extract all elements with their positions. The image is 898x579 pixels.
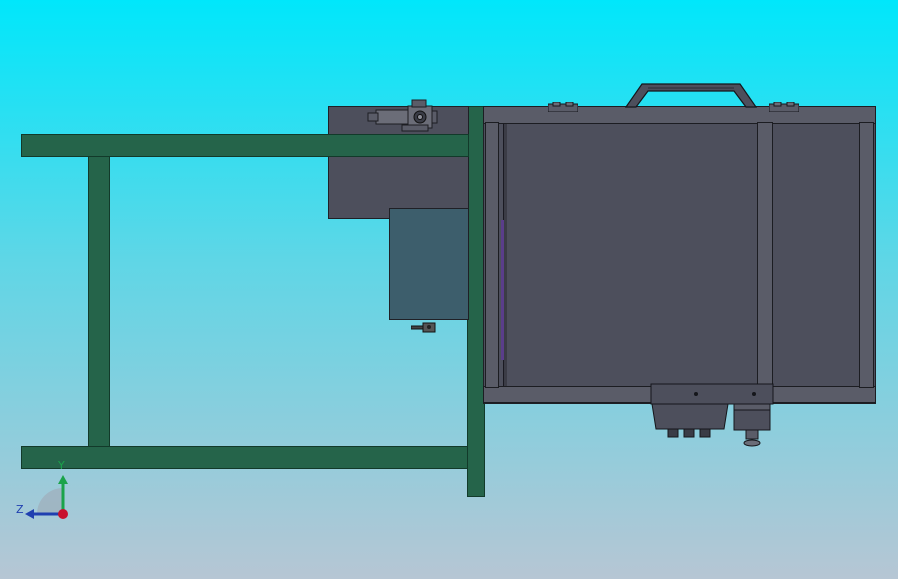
control-panel[interactable] [389,208,469,320]
connector-icon [650,383,774,447]
fitting-icon [410,322,436,333]
enclosure-mid-rail[interactable] [757,122,773,388]
coordinate-triad: Y Z [14,458,84,528]
coordinate-triad-icon [25,475,68,519]
triad-y-label: Y [58,459,65,472]
gear-motor-icon [367,99,438,132]
enclosure-left-rail[interactable] [485,122,499,388]
panel-fitting[interactable] [410,318,437,333]
latch-icon [547,101,579,113]
frame-top-beam-overlay [328,134,469,157]
latch-right[interactable] [768,97,800,113]
enclosure-top-rail[interactable] [483,106,876,124]
cad-viewport[interactable]: Y Z [0,0,898,579]
latch-left[interactable] [547,97,579,113]
triad-z-label: Z [16,503,24,516]
handle-icon [624,83,758,108]
latch-icon [768,101,800,113]
frame-left-post[interactable] [88,156,110,447]
enclosure-right-rail[interactable] [859,122,874,388]
carry-handle[interactable] [622,80,762,108]
enclosure-accent-strip [501,220,504,360]
main-enclosure[interactable] [483,106,876,404]
connector-block[interactable] [650,383,776,448]
gear-motor[interactable] [366,99,438,133]
frame-bottom-beam[interactable] [21,446,471,469]
